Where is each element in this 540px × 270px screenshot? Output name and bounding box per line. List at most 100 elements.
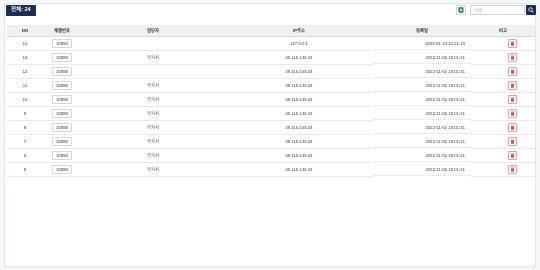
column-header-note: 비고 (471, 25, 535, 37)
row-date: 2022-11-02 18:01:41 (373, 149, 471, 162)
row-no: 6 (7, 149, 43, 163)
column-header-ip: IP주소 (225, 25, 373, 37)
row-date: 2022-11-02 18:01:41 (373, 93, 471, 106)
column-header-manager: 담당자 (81, 25, 225, 37)
row-ip: 39.115.145.34 (225, 149, 373, 163)
trash-icon (510, 55, 514, 60)
row-date: 2022-11-02 18:01:41 (373, 65, 471, 78)
contract-number-link[interactable]: 10063 (52, 39, 72, 48)
row-date: 2022-11-02 18:01:41 (373, 135, 471, 148)
row-manager: 부가서 (81, 93, 225, 107)
delete-button[interactable] (507, 95, 517, 104)
row-manager: 부가서 (81, 121, 225, 135)
delete-button[interactable] (507, 123, 517, 132)
contract-number-link[interactable]: 10069 (52, 137, 72, 146)
row-ip: 39.115.145.34 (225, 135, 373, 149)
row-number-cell: 10069 (43, 121, 81, 135)
row-no: 9 (7, 107, 43, 121)
delete-button[interactable] (507, 81, 517, 90)
row-number-cell: 10068 (43, 163, 81, 177)
row-ip: 127.0.0.1 (225, 37, 373, 51)
delete-button[interactable] (507, 39, 517, 48)
contract-number-link[interactable]: 10068 (52, 165, 72, 174)
row-number-cell: 10069 (43, 93, 81, 107)
row-number-cell: 10068 (43, 79, 81, 93)
trash-icon (510, 83, 514, 88)
row-number-cell: 10069 (43, 135, 81, 149)
row-manager (81, 65, 225, 79)
delete-button[interactable] (507, 137, 517, 146)
row-manager: 부가서 (81, 149, 225, 163)
row-ip: 39.115.145.34 (225, 121, 373, 135)
row-number-cell: 10069 (43, 51, 81, 65)
trash-icon (510, 139, 514, 144)
row-manager: 부가서 (81, 51, 225, 65)
trash-icon (510, 167, 514, 172)
search-button[interactable] (526, 5, 536, 15)
contract-number-link[interactable]: 10069 (52, 109, 72, 118)
row-note (471, 135, 535, 149)
row-note (471, 79, 535, 93)
row-no: 13 (7, 51, 43, 65)
row-manager (81, 37, 225, 51)
row-no: 14 (7, 37, 43, 51)
row-date: 2022-11-02 18:01:41 (373, 51, 471, 64)
row-note (471, 93, 535, 107)
row-manager: 부가서 (81, 107, 225, 121)
row-no: 7 (7, 135, 43, 149)
delete-button[interactable] (507, 67, 517, 76)
trash-icon (510, 97, 514, 102)
row-date: 2022-11-02 18:01:41 (373, 121, 471, 134)
search-icon (528, 7, 534, 13)
excel-download-icon (458, 7, 464, 13)
row-ip: 39.115.145.34 (225, 51, 373, 65)
row-note (471, 37, 535, 51)
row-no: 10 (7, 93, 43, 107)
row-note (471, 121, 535, 135)
toolbar: 전체: 24 (5, 4, 536, 20)
row-no: 5 (7, 163, 43, 177)
row-note (471, 107, 535, 121)
trash-icon (510, 125, 514, 130)
row-no: 11 (7, 79, 43, 93)
row-date: 2022-11-02 18:01:41 (373, 163, 471, 176)
row-ip: 39.115.145.34 (225, 93, 373, 107)
contract-number-link[interactable]: 10069 (52, 95, 72, 104)
row-number-cell: 10063 (43, 37, 81, 51)
contract-number-link[interactable]: 10069 (52, 67, 72, 76)
delete-button[interactable] (507, 109, 517, 118)
row-date: 2022-01-13 12:21:10 (373, 37, 471, 50)
trash-icon (510, 69, 514, 74)
delete-button[interactable] (507, 165, 517, 174)
records-table: NO 체결번호 담당자 IP주소 등록일 비고 14 10063 127.0.0… (7, 25, 535, 177)
trash-icon (510, 111, 514, 116)
excel-download-button[interactable] (456, 5, 466, 15)
row-ip: 39.115.145.34 (225, 65, 373, 79)
row-note (471, 65, 535, 79)
list-panel: 전체: 24 NO 체결번호 담당자 IP주소 등록일 비고 14 10063 … (4, 3, 536, 267)
contract-number-link[interactable]: 10069 (52, 53, 72, 62)
search-input[interactable] (470, 5, 525, 15)
contract-number-link[interactable]: 10068 (52, 81, 72, 90)
row-number-cell: 10068 (43, 149, 81, 163)
trash-icon (510, 41, 514, 46)
delete-button[interactable] (507, 53, 517, 62)
column-header-number: 체결번호 (43, 25, 81, 37)
total-count-badge[interactable]: 전체: 24 (6, 5, 36, 16)
contract-number-link[interactable]: 10068 (52, 151, 72, 160)
row-manager: 부가서 (81, 163, 225, 177)
row-date: 2022-11-02 18:01:41 (373, 107, 471, 120)
row-note (471, 149, 535, 163)
contract-number-link[interactable]: 10069 (52, 123, 72, 132)
row-note (471, 163, 535, 177)
column-header-date: 등록일 (373, 25, 471, 37)
row-manager: 부가서 (81, 135, 225, 149)
row-ip: 39.115.145.34 (225, 163, 373, 177)
column-header-no: NO (7, 25, 43, 37)
row-no: 8 (7, 121, 43, 135)
delete-button[interactable] (507, 151, 517, 160)
row-number-cell: 10069 (43, 65, 81, 79)
trash-icon (510, 153, 514, 158)
row-no: 12 (7, 65, 43, 79)
row-date: 2022-11-02 18:01:41 (373, 79, 471, 92)
